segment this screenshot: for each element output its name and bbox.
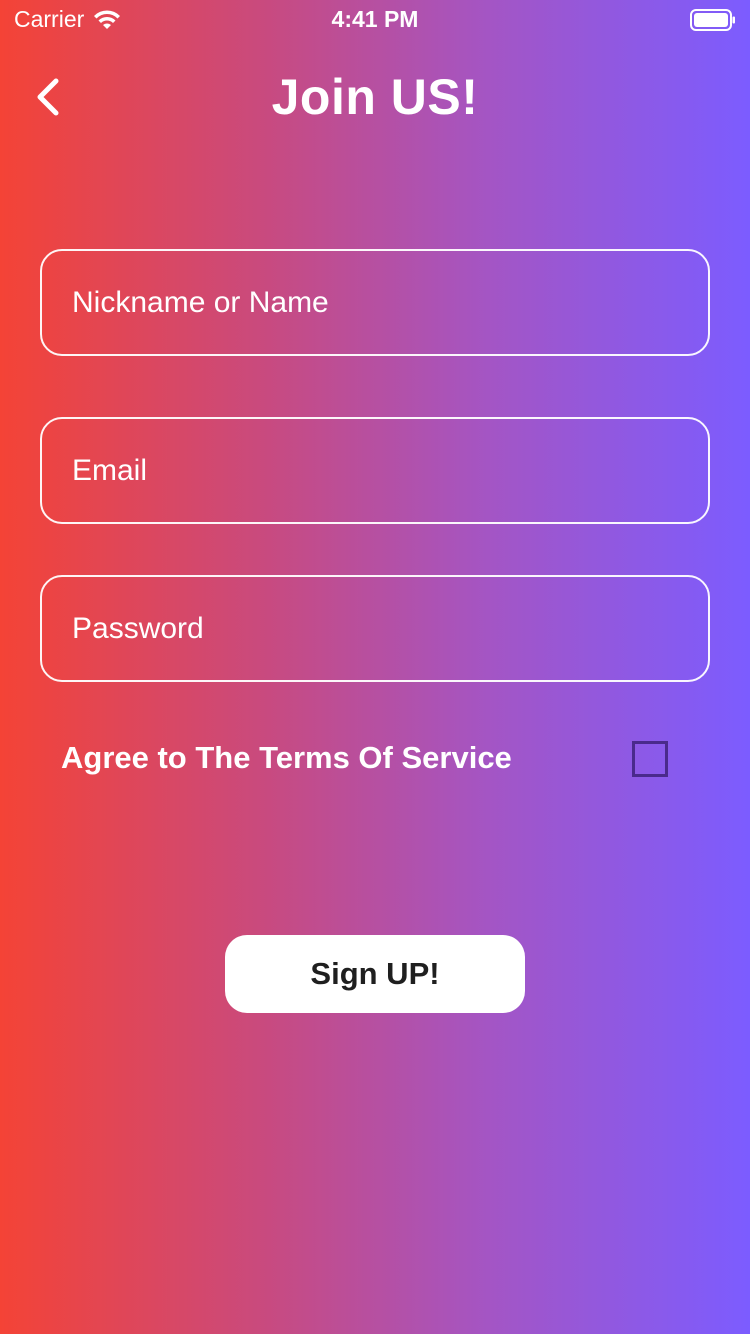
name-input[interactable] bbox=[42, 251, 708, 354]
status-bar: Carrier 4:41 PM bbox=[0, 0, 750, 40]
email-input[interactable] bbox=[42, 419, 708, 522]
terms-label: Agree to The Terms Of Service bbox=[61, 740, 512, 775]
page-title: Join US! bbox=[271, 69, 479, 125]
battery-icon bbox=[690, 9, 735, 31]
terms-checkbox[interactable] bbox=[632, 741, 668, 777]
name-field[interactable] bbox=[40, 249, 710, 356]
email-field[interactable] bbox=[40, 417, 710, 524]
status-time: 4:41 PM bbox=[331, 6, 419, 32]
signup-button[interactable]: Sign UP! bbox=[225, 935, 525, 1013]
password-input[interactable] bbox=[42, 577, 708, 680]
password-field[interactable] bbox=[40, 575, 710, 682]
